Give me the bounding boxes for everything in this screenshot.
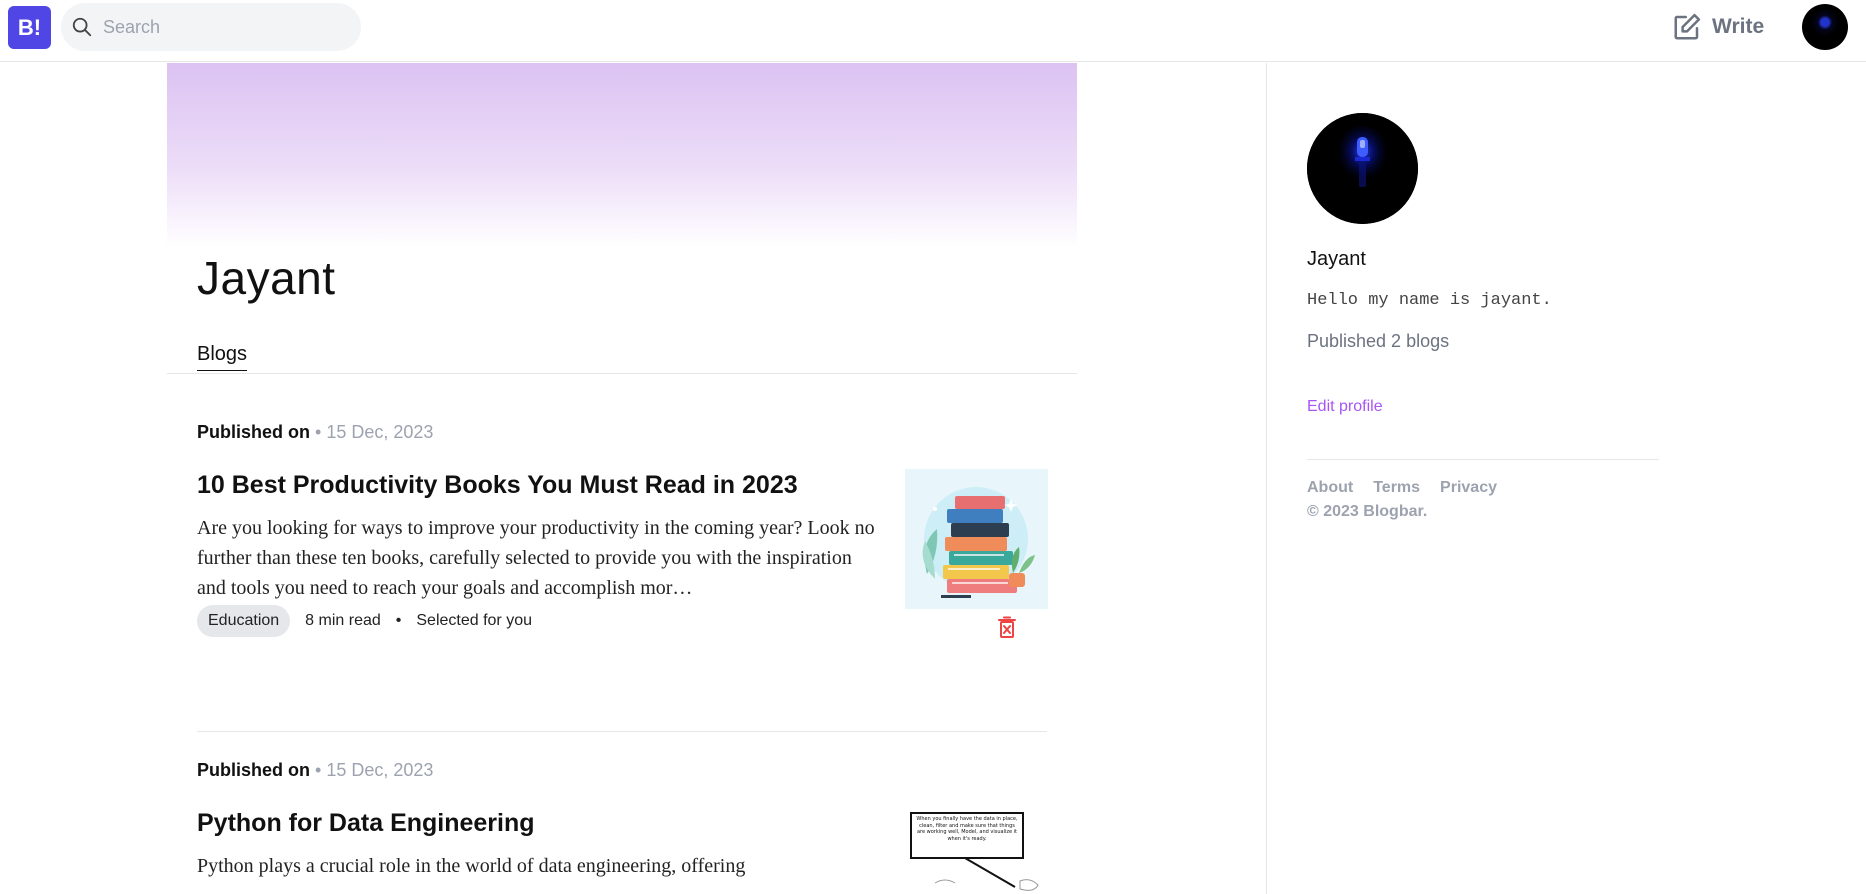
app-logo[interactable]: B! [8,6,51,49]
published-label: Published on [197,422,311,442]
published-count: Published 2 blogs [1307,331,1450,351]
speech-bubble-comic: When you finally have the data in place,… [910,812,1039,891]
post-tag[interactable]: Education [197,605,291,637]
sidebar-name: Jayant [1307,248,1366,270]
profile-main: Jayant Blogs Published on • 15 Dec, 2023… [167,63,1077,894]
profile-sidebar: Jayant Hello my name is jayant. Publishe… [1266,63,1866,894]
terms-link[interactable]: Terms [1373,479,1420,497]
search-box[interactable] [61,3,361,51]
edit-icon [1674,13,1701,40]
read-time: 8 min read [305,612,381,629]
post-thumbnail[interactable] [905,469,1048,609]
post-title[interactable]: 10 Best Productivity Books You Must Read… [197,471,798,500]
profile-title: Jayant [197,252,336,304]
meta-separator: • [315,760,327,780]
search-input[interactable] [103,13,343,41]
post-meta: Published on • 15 Dec, 2023 [197,760,433,781]
write-label: Write [1712,15,1765,38]
post-excerpt[interactable]: Are you looking for ways to improve your… [197,513,882,603]
meta-separator: • [315,422,327,442]
selected-label: Selected for you [416,612,532,629]
profile-tabs: Blogs [167,337,1077,374]
about-link[interactable]: About [1307,479,1353,497]
post-excerpt[interactable]: Python plays a crucial role in the world… [197,851,882,894]
user-avatar[interactable] [1802,4,1848,50]
sidebar-divider [1307,459,1659,460]
published-label: Published on [197,760,311,780]
avatar-image [1307,113,1418,224]
comic-caption: When you finally have the data in place,… [916,816,1018,842]
blog-post: Published on • 15 Dec, 2023 Python for D… [197,760,1048,894]
post-thumbnail[interactable]: When you finally have the data in place,… [905,807,1048,894]
blog-post: Published on • 15 Dec, 2023 10 Best Prod… [197,422,1048,742]
delete-icon[interactable] [996,616,1018,640]
profile-avatar [1307,113,1418,224]
top-bar: B! Write [0,0,1866,62]
footer-separator: • [395,612,402,629]
privacy-link[interactable]: Privacy [1440,479,1497,497]
profile-banner [167,63,1077,248]
sidebar-bio: Hello my name is jayant. [1307,291,1552,310]
post-title[interactable]: Python for Data Engineering [197,809,535,838]
post-divider [197,731,1047,732]
edit-profile-link[interactable]: Edit profile [1307,398,1383,416]
post-footer: Education 8 min read • Selected for you [197,605,532,637]
post-meta: Published on • 15 Dec, 2023 [197,422,433,443]
copyright: © 2023 Blogbar. [1307,503,1428,520]
post-date: 15 Dec, 2023 [326,760,434,780]
book-stack-illustration [922,487,1035,598]
footer-links: About Terms Privacy [1307,479,1497,497]
post-date: 15 Dec, 2023 [326,422,434,442]
tab-blogs[interactable]: Blogs [197,343,248,371]
write-button[interactable]: Write [1672,9,1764,45]
search-icon [72,17,92,37]
